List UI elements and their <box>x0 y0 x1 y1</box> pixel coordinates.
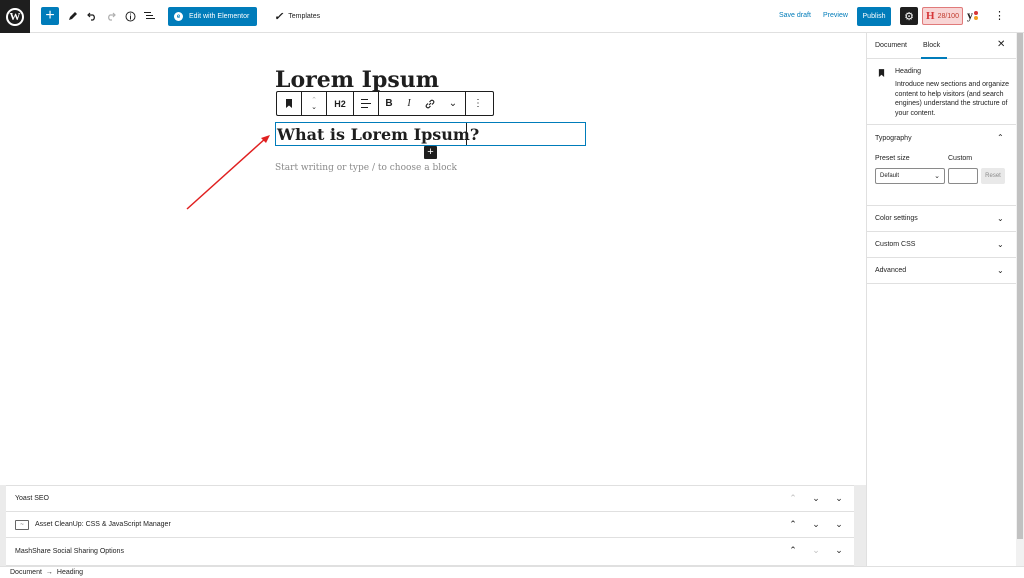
editor-canvas: Lorem Ipsum ⌃ ⌄ H2 B I ⌄ ⋮ What is Lorem… <box>0 33 866 485</box>
heading-text[interactable]: What is Lorem Ipsum? <box>277 125 479 144</box>
templates-button[interactable]: ✓ Templates <box>274 10 320 23</box>
chevron-down-icon: ⌄ <box>997 240 1004 249</box>
typography-panel: Typography ⌃ Preset size Custom Default … <box>867 125 1016 206</box>
bold-button[interactable]: B <box>379 92 399 115</box>
tab-document[interactable]: Document <box>875 42 907 49</box>
breadcrumb-heading[interactable]: Heading <box>57 569 83 576</box>
redo-icon[interactable] <box>104 7 118 25</box>
block-toolbar: ⌃ ⌄ H2 B I ⌄ ⋮ <box>276 91 494 116</box>
chevron-up-icon[interactable]: ⌃ <box>997 133 1004 142</box>
metabox-area: Yoast SEO ⌃ ⌄ ⌄ ~ Asset CleanUp: CSS & J… <box>0 485 866 566</box>
preset-size-select[interactable]: Default ⌄ <box>875 168 945 184</box>
post-title[interactable]: Lorem Ipsum <box>275 67 439 93</box>
list-view-icon[interactable] <box>142 7 156 25</box>
wordpress-logo-button[interactable]: W <box>0 0 30 33</box>
seo-score-letter: H <box>926 10 935 22</box>
block-card-title: Heading <box>895 68 922 75</box>
move-up-icon[interactable]: ⌃ <box>786 545 800 556</box>
settings-gear-icon[interactable]: ⚙ <box>900 7 918 25</box>
metabox-yoast-seo[interactable]: Yoast SEO ⌃ ⌄ ⌄ <box>6 485 854 511</box>
paragraph-placeholder[interactable]: Start writing or type / to choose a bloc… <box>275 163 457 173</box>
align-icon[interactable] <box>354 92 378 115</box>
templates-icon: ✓ <box>274 11 284 23</box>
pencil-icon[interactable] <box>66 7 80 25</box>
move-up-icon[interactable]: ⌃ <box>786 493 800 504</box>
block-breadcrumb: Document → Heading <box>0 566 1024 578</box>
toggle-panel-chevron-down-icon[interactable]: ⌄ <box>832 519 846 530</box>
info-icon[interactable] <box>123 7 137 25</box>
link-icon[interactable] <box>419 92 441 115</box>
sidebar-scrollbar[interactable] <box>1016 33 1024 566</box>
breadcrumb-separator: → <box>45 569 53 576</box>
save-draft-button[interactable]: Save draft <box>779 12 811 19</box>
add-block-button[interactable]: + <box>41 7 59 25</box>
preset-size-value: Default <box>880 173 900 179</box>
panel-title: Color settings <box>875 215 918 222</box>
settings-sidebar: Document Block ✕ Heading Introduce new s… <box>866 33 1016 566</box>
move-down-icon[interactable]: ⌄ <box>809 519 823 530</box>
toggle-panel-chevron-down-icon[interactable]: ⌄ <box>832 493 846 504</box>
metabox-asset-cleanup[interactable]: ~ Asset CleanUp: CSS & JavaScript Manage… <box>6 511 854 537</box>
asset-cleanup-icon: ~ <box>15 519 29 530</box>
color-settings-panel[interactable]: Color settings ⌄ <box>867 206 1016 232</box>
more-options-icon[interactable]: ⋮ <box>994 9 1005 22</box>
seo-score-badge[interactable]: H 28/100 <box>922 7 963 25</box>
wordpress-logo-icon: W <box>6 7 24 26</box>
text-cursor <box>466 123 467 145</box>
chevron-down-icon: ⌄ <box>934 173 940 180</box>
metabox-controls: ⌃ ⌄ ⌄ <box>786 486 854 511</box>
block-options-icon[interactable]: ⋮ <box>466 92 490 115</box>
bookmark-icon <box>878 69 885 79</box>
tab-block[interactable]: Block <box>923 42 940 49</box>
metabox-mashshare[interactable]: MashShare Social Sharing Options ⌃ ⌄ ⌄ <box>6 537 854 566</box>
reset-button[interactable]: Reset <box>981 168 1005 184</box>
close-icon[interactable]: ✕ <box>997 39 1005 50</box>
metabox-label: MashShare Social Sharing Options <box>15 548 124 555</box>
panel-title: Custom CSS <box>875 241 916 248</box>
chevron-down-icon: ⌄ <box>997 214 1004 223</box>
metabox-controls: ⌃ ⌄ ⌄ <box>786 512 854 537</box>
templates-label: Templates <box>288 13 321 20</box>
undo-icon[interactable] <box>85 7 99 25</box>
block-card: Heading Introduce new sections and organ… <box>867 59 1016 125</box>
custom-css-panel[interactable]: Custom CSS ⌄ <box>867 232 1016 258</box>
metabox-label: Yoast SEO <box>15 495 49 502</box>
edit-with-elementor-label: Edit with Elementor <box>189 13 250 20</box>
bookmark-icon[interactable] <box>277 92 301 115</box>
elementor-icon: e <box>174 12 183 21</box>
heading-block[interactable]: What is Lorem Ipsum? <box>275 122 586 146</box>
sidebar-tabs: Document Block ✕ <box>867 33 1016 59</box>
breadcrumb-document[interactable]: Document <box>10 569 42 576</box>
italic-button[interactable]: I <box>399 92 419 115</box>
scrollbar-thumb[interactable] <box>1017 33 1023 539</box>
more-rich-text-chevron-down-icon[interactable]: ⌄ <box>441 92 465 115</box>
chevron-down-icon: ⌄ <box>997 266 1004 275</box>
block-inserter-plus-icon[interactable]: + <box>424 146 437 159</box>
seo-score-value: 28/100 <box>937 12 959 20</box>
metabox-label: Asset CleanUp: CSS & JavaScript Manager <box>35 521 171 528</box>
toggle-panel-chevron-down-icon[interactable]: ⌄ <box>832 545 846 556</box>
metabox-controls: ⌃ ⌄ ⌄ <box>786 538 854 563</box>
panel-title: Advanced <box>875 267 907 274</box>
custom-size-input[interactable] <box>948 168 978 184</box>
move-up-down-icon[interactable]: ⌃ ⌄ <box>302 92 326 115</box>
block-card-description: Introduce new sections and organize cont… <box>895 81 1010 117</box>
move-down-icon[interactable]: ⌄ <box>809 545 823 556</box>
heading-level-button[interactable]: H2 <box>327 92 353 115</box>
edit-with-elementor-button[interactable]: e Edit with Elementor <box>168 7 257 26</box>
move-up-icon[interactable]: ⌃ <box>786 519 800 530</box>
advanced-panel[interactable]: Advanced ⌄ <box>867 258 1016 284</box>
publish-button[interactable]: Publish <box>857 7 891 26</box>
yoast-icon[interactable]: y <box>967 8 978 23</box>
editor-header: W + e Edit with Elementor ✓ Templates Sa… <box>0 0 1024 33</box>
preview-button[interactable]: Preview <box>823 12 848 19</box>
custom-size-label: Custom <box>948 155 973 162</box>
preset-size-label: Preset size <box>875 155 910 162</box>
move-down-icon[interactable]: ⌄ <box>809 493 823 504</box>
typography-panel-title[interactable]: Typography <box>875 135 912 142</box>
